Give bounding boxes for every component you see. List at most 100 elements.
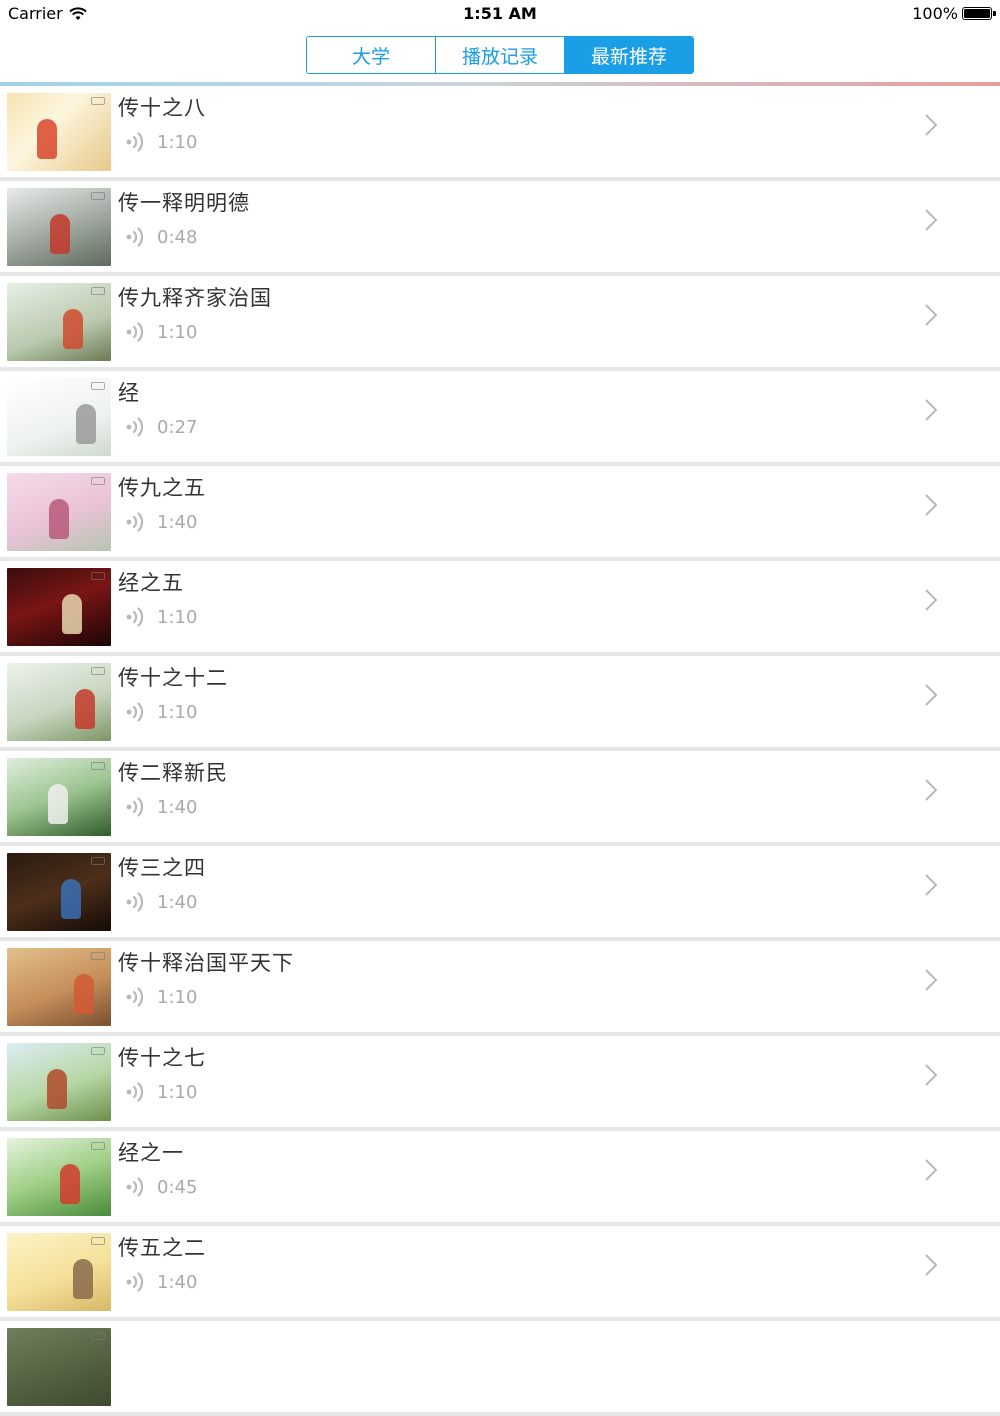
chevron-right-icon[interactable] bbox=[924, 588, 938, 612]
chevron-right-icon[interactable] bbox=[924, 1158, 938, 1182]
video-title: 传十之八 bbox=[118, 96, 206, 120]
video-title: 传十之七 bbox=[118, 1046, 206, 1070]
thumbnail-figure bbox=[50, 214, 70, 254]
audio-icon bbox=[126, 607, 144, 627]
audio-icon bbox=[126, 1177, 144, 1197]
thumbnail-figure bbox=[61, 879, 81, 919]
audio-icon bbox=[126, 987, 144, 1007]
chevron-right-icon[interactable] bbox=[924, 1063, 938, 1087]
thumbnail-figure bbox=[47, 1069, 67, 1109]
video-thumbnail bbox=[7, 853, 111, 931]
audio-icon bbox=[126, 1272, 144, 1292]
battery-icon bbox=[962, 7, 996, 20]
video-title: 传九之五 bbox=[118, 476, 206, 500]
list-item[interactable]: 传三之四 1:40 bbox=[0, 846, 1000, 941]
video-title: 经之五 bbox=[118, 571, 184, 595]
duration: 1:10 bbox=[157, 132, 198, 153]
video-thumbnail bbox=[7, 378, 111, 456]
video-list[interactable]: 传十之八 1:10 传一释明明德 0:48 传九释齐家治国 1:10 经 0:2… bbox=[0, 86, 1000, 1416]
list-item[interactable]: 传十之十二 1:10 bbox=[0, 656, 1000, 751]
thumbnail-figure bbox=[37, 119, 57, 159]
list-item[interactable]: 传十释治国平天下 1:10 bbox=[0, 941, 1000, 1036]
navigation-bar: 大学 播放记录 最新推荐 bbox=[0, 28, 1000, 82]
video-title: 传十释治国平天下 bbox=[118, 951, 294, 975]
status-right: 100% bbox=[912, 4, 996, 23]
list-item[interactable]: 传九释齐家治国 1:10 bbox=[0, 276, 1000, 371]
thumbnail-figure bbox=[48, 784, 68, 824]
video-thumbnail bbox=[7, 663, 111, 741]
audio-icon bbox=[126, 1082, 144, 1102]
list-item[interactable]: 经之五 1:10 bbox=[0, 561, 1000, 656]
chevron-right-icon[interactable] bbox=[924, 968, 938, 992]
duration: 0:45 bbox=[157, 1177, 198, 1198]
video-title: 传九释齐家治国 bbox=[118, 286, 272, 310]
audio-icon bbox=[126, 227, 144, 247]
thumbnail-figure bbox=[75, 689, 95, 729]
thumbnail-figure bbox=[49, 499, 69, 539]
list-item[interactable]: 传五之二 1:40 bbox=[0, 1226, 1000, 1321]
list-item-partial[interactable] bbox=[0, 1321, 1000, 1416]
list-item[interactable]: 传一释明明德 0:48 bbox=[0, 181, 1000, 276]
audio-icon bbox=[126, 132, 144, 152]
duration: 1:10 bbox=[157, 987, 198, 1008]
video-thumbnail bbox=[7, 93, 111, 171]
video-title: 经 bbox=[118, 381, 140, 405]
chevron-right-icon[interactable] bbox=[924, 208, 938, 232]
chevron-right-icon[interactable] bbox=[924, 493, 938, 517]
chevron-right-icon[interactable] bbox=[924, 398, 938, 422]
thumbnail-figure bbox=[62, 594, 82, 634]
video-thumbnail bbox=[7, 948, 111, 1026]
list-item[interactable]: 传二释新民 1:40 bbox=[0, 751, 1000, 846]
video-thumbnail bbox=[7, 758, 111, 836]
list-item[interactable]: 传十之七 1:10 bbox=[0, 1036, 1000, 1131]
list-item[interactable]: 传九之五 1:40 bbox=[0, 466, 1000, 561]
thumbnail-figure bbox=[76, 404, 96, 444]
duration: 1:10 bbox=[157, 322, 198, 343]
thumbnail-figure bbox=[63, 309, 83, 349]
list-item[interactable]: 经 0:27 bbox=[0, 371, 1000, 466]
video-thumbnail bbox=[7, 283, 111, 361]
chevron-right-icon[interactable] bbox=[924, 778, 938, 802]
duration: 0:27 bbox=[157, 417, 198, 438]
thumbnail-figure bbox=[60, 1164, 80, 1204]
tab-latest-recommended[interactable]: 最新推荐 bbox=[565, 37, 693, 73]
clock: 1:51 AM bbox=[463, 4, 537, 23]
thumbnail-figure bbox=[74, 974, 94, 1014]
duration: 1:40 bbox=[157, 1272, 198, 1293]
list-item[interactable]: 经之一 0:45 bbox=[0, 1131, 1000, 1226]
chevron-right-icon[interactable] bbox=[924, 1253, 938, 1277]
audio-icon bbox=[126, 417, 144, 437]
chevron-right-icon[interactable] bbox=[924, 303, 938, 327]
duration: 1:10 bbox=[157, 702, 198, 723]
video-title: 传一释明明德 bbox=[118, 191, 250, 215]
audio-icon bbox=[126, 702, 144, 722]
chevron-right-icon[interactable] bbox=[924, 683, 938, 707]
duration: 0:48 bbox=[157, 227, 198, 248]
video-title: 传五之二 bbox=[118, 1236, 206, 1260]
video-thumbnail bbox=[7, 1233, 111, 1311]
video-title: 传十之十二 bbox=[118, 666, 228, 690]
list-item[interactable]: 传十之八 1:10 bbox=[0, 86, 1000, 181]
audio-icon bbox=[126, 892, 144, 912]
status-bar: Carrier 1:51 AM 100% bbox=[0, 0, 1000, 28]
video-title: 传三之四 bbox=[118, 856, 206, 880]
video-title: 传二释新民 bbox=[118, 761, 228, 785]
video-thumbnail bbox=[7, 188, 111, 266]
video-thumbnail bbox=[7, 568, 111, 646]
audio-icon bbox=[126, 512, 144, 532]
video-thumbnail bbox=[7, 1043, 111, 1121]
duration: 1:10 bbox=[157, 1082, 198, 1103]
thumbnail-figure bbox=[73, 1259, 93, 1299]
duration: 1:40 bbox=[157, 512, 198, 533]
chevron-right-icon[interactable] bbox=[924, 113, 938, 137]
segmented-control: 大学 播放记录 最新推荐 bbox=[306, 36, 694, 74]
chevron-right-icon[interactable] bbox=[924, 873, 938, 897]
video-thumbnail bbox=[7, 1328, 111, 1406]
duration: 1:40 bbox=[157, 892, 198, 913]
audio-icon bbox=[126, 797, 144, 817]
video-thumbnail bbox=[7, 1138, 111, 1216]
duration: 1:10 bbox=[157, 607, 198, 628]
video-title: 经之一 bbox=[118, 1141, 184, 1165]
tab-play-history[interactable]: 播放记录 bbox=[436, 37, 565, 73]
tab-university[interactable]: 大学 bbox=[307, 37, 436, 73]
